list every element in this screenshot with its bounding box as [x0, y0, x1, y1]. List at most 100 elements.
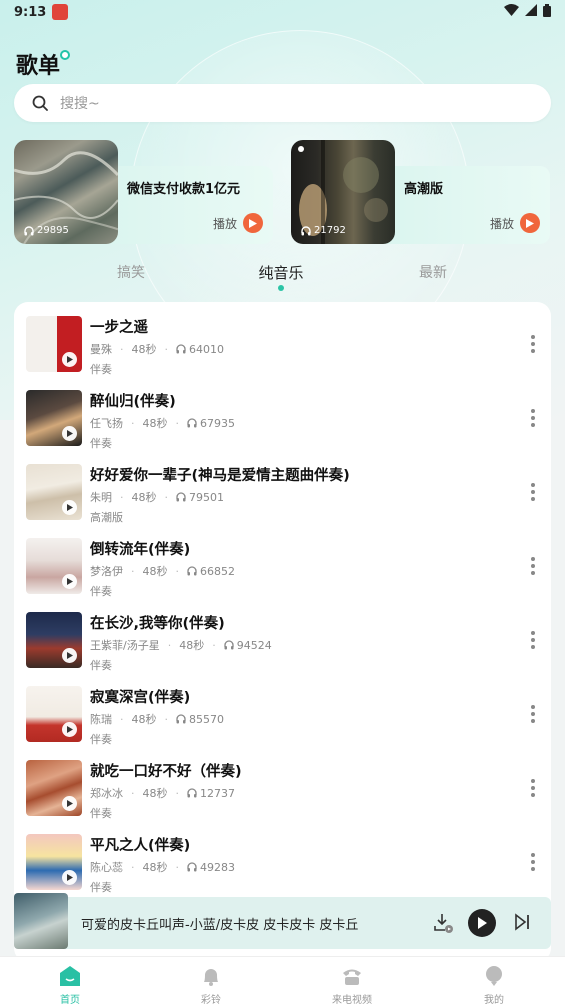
headphones-icon [187, 788, 197, 798]
status-time: 9:13 [14, 4, 47, 20]
more-options-icon[interactable] [531, 557, 535, 575]
song-artist: 王紫菲/汤子星 [90, 639, 160, 652]
play-icon[interactable] [62, 648, 77, 663]
song-duration: 48秒 [142, 787, 168, 800]
song-duration: 48秒 [142, 861, 168, 874]
featured-playlist-card[interactable]: 21792 高潮版 播放 [291, 140, 550, 244]
song-title: 寂寞深宫(伴奏) [90, 690, 191, 706]
wifi-icon [504, 4, 519, 20]
search-icon [32, 95, 48, 111]
song-list: 一步之遥曼殊 · 48秒 · 64010 伴奏 醉仙归(伴奏) 任飞扬 · 48秒 · 67935 伴奏… [14, 302, 551, 962]
tab-funny[interactable]: 搞笑 [117, 262, 145, 282]
mini-player[interactable]: 可爱的皮卡丘叫声-小蓝/皮卡皮 皮卡皮卡 皮卡丘 [14, 893, 551, 949]
song-title: 醉仙归(伴奏) [90, 394, 176, 410]
title-accent-dot [60, 50, 71, 60]
active-tab-indicator [278, 285, 284, 291]
featured-cover: 21792 [291, 140, 395, 244]
headphones-icon [187, 566, 197, 576]
profile-icon [486, 966, 502, 986]
song-title: 倒转流年(伴奏) [90, 542, 191, 558]
nav-home[interactable]: 首页 [30, 965, 110, 1004]
featured-play-button[interactable]: 播放 [187, 210, 267, 236]
song-row[interactable]: 一步之遥 曼殊 · 48秒 · 64010 伴奏 [14, 302, 551, 376]
play-count: 29895 [24, 225, 69, 236]
more-options-icon[interactable] [531, 705, 535, 723]
app-notification-icon [52, 4, 69, 20]
next-track-icon[interactable] [514, 913, 530, 935]
song-plays: 12737 [187, 787, 235, 800]
song-title: 一步之遥 [90, 320, 148, 336]
play-icon[interactable] [62, 870, 77, 885]
song-cover [26, 686, 82, 742]
song-meta: 朱明 · 48秒 · 79501 [90, 490, 224, 505]
song-duration: 48秒 [131, 491, 157, 504]
featured-name: 微信支付收款1亿元 [127, 182, 241, 197]
headphones-icon [224, 640, 234, 650]
song-duration: 48秒 [179, 639, 205, 652]
song-title: 在长沙,我等你(伴奏) [90, 616, 225, 632]
song-tag: 伴奏 [90, 585, 112, 598]
nav-ringtone[interactable]: 彩铃 [171, 965, 251, 1004]
song-cover [26, 390, 82, 446]
download-icon[interactable] [433, 912, 455, 938]
nav-call-video[interactable]: 来电视频 [312, 965, 392, 1004]
song-plays: 64010 [176, 343, 224, 356]
song-plays: 85570 [176, 713, 224, 726]
song-tag: 伴奏 [90, 659, 112, 672]
more-options-icon[interactable] [531, 409, 535, 427]
song-tag: 高潮版 [90, 511, 123, 524]
song-artist: 陈心蕊 [90, 861, 123, 874]
play-icon[interactable] [62, 574, 77, 589]
play-pause-button[interactable] [468, 909, 496, 937]
song-meta: 任飞扬 · 48秒 · 67935 [90, 416, 235, 431]
tab-pure-music[interactable]: 纯音乐 [258, 262, 303, 283]
song-meta: 陈瑞 · 48秒 · 85570 [90, 712, 224, 727]
tab-latest[interactable]: 最新 [419, 262, 447, 282]
song-title: 好好爱你一辈子(神马是爱情主题曲伴奏) [90, 468, 350, 484]
song-row[interactable]: 倒转流年(伴奏) 梦洛伊 · 48秒 · 66852 伴奏 [14, 524, 551, 598]
song-plays: 79501 [176, 491, 224, 504]
nav-profile[interactable]: 我的 [454, 965, 534, 1004]
song-cover [26, 538, 82, 594]
song-row[interactable]: 寂寞深宫(伴奏) 陈瑞 · 48秒 · 85570 伴奏 [14, 672, 551, 746]
song-row[interactable]: 平凡之人(伴奏) 陈心蕊 · 48秒 · 49283 伴奏 [14, 820, 551, 894]
play-count: 21792 [301, 225, 346, 236]
song-row[interactable]: 就吃一口好不好（伴奏) 郑冰冰 · 48秒 · 12737 伴奏 [14, 746, 551, 820]
play-icon[interactable] [62, 722, 77, 737]
play-icon[interactable] [62, 352, 77, 367]
song-cover [26, 834, 82, 890]
bell-icon [204, 969, 218, 986]
more-options-icon[interactable] [531, 779, 535, 797]
song-meta: 梦洛伊 · 48秒 · 66852 [90, 564, 235, 579]
song-artist: 任飞扬 [90, 417, 123, 430]
headphones-icon [301, 225, 311, 235]
song-meta: 王紫菲/汤子星 · 48秒 · 94524 [90, 638, 272, 653]
song-row[interactable]: 好好爱你一辈子(神马是爱情主题曲伴奏) 朱明 · 48秒 · 79501 高潮版 [14, 450, 551, 524]
page-title: 歌单 [16, 48, 71, 80]
song-cover [26, 760, 82, 816]
song-duration: 48秒 [142, 417, 168, 430]
more-options-icon[interactable] [531, 335, 535, 353]
song-artist: 梦洛伊 [90, 565, 123, 578]
play-icon[interactable] [62, 796, 77, 811]
featured-cover: 29895 [14, 140, 118, 244]
play-icon[interactable] [62, 426, 77, 441]
more-options-icon[interactable] [531, 853, 535, 871]
song-tag: 伴奏 [90, 881, 112, 894]
song-duration: 48秒 [131, 713, 157, 726]
featured-play-button[interactable]: 播放 [464, 210, 544, 236]
song-meta: 曼殊 · 48秒 · 64010 [90, 342, 224, 357]
featured-playlist-card[interactable]: 29895 微信支付收款1亿元 播放 [14, 140, 273, 244]
song-cover [26, 464, 82, 520]
song-title: 就吃一口好不好（伴奏) [90, 764, 242, 780]
play-icon[interactable] [62, 500, 77, 515]
song-row[interactable]: 在长沙,我等你(伴奏) 王紫菲/汤子星 · 48秒 · 94524 伴奏 [14, 598, 551, 672]
play-icon [478, 917, 487, 929]
more-options-icon[interactable] [531, 483, 535, 501]
song-row[interactable]: 醉仙归(伴奏) 任飞扬 · 48秒 · 67935 伴奏 [14, 376, 551, 450]
headphones-icon [176, 492, 186, 502]
song-cover [26, 316, 82, 372]
more-options-icon[interactable] [531, 631, 535, 649]
song-plays: 49283 [187, 861, 235, 874]
search-bar[interactable]: 搜搜~ [14, 84, 551, 122]
